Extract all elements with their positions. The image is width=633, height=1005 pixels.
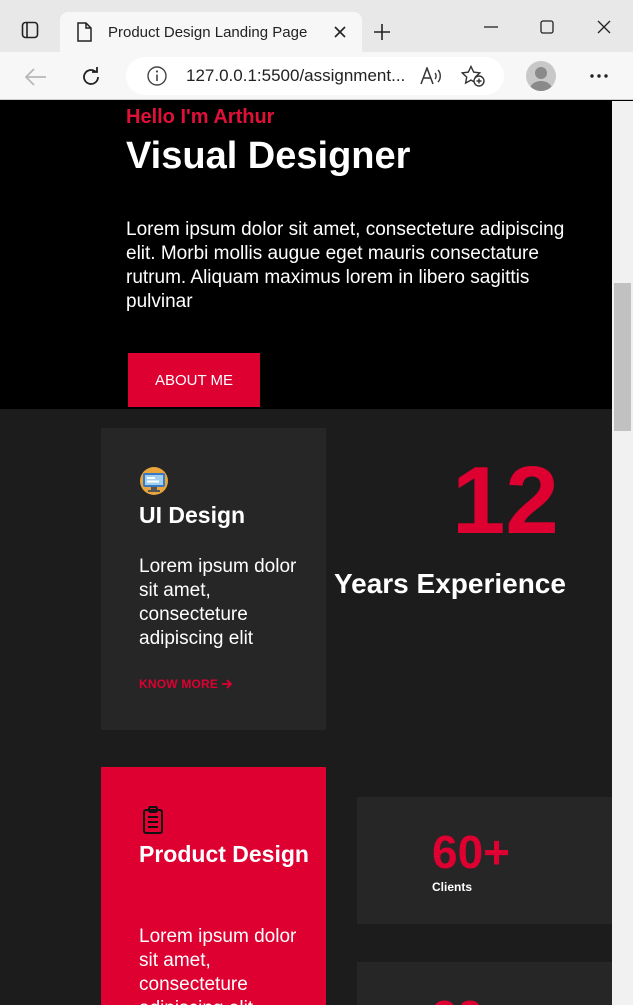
back-button[interactable] bbox=[21, 62, 51, 92]
hero-intro: Lorem ipsum dolor sit amet, consecteture… bbox=[126, 219, 565, 312]
plus-icon bbox=[374, 24, 390, 40]
monitor-icon bbox=[139, 466, 169, 496]
service-description: Lorem ipsum dolor sit amet, consecteture… bbox=[139, 556, 297, 649]
page-viewport: Hello I'm Arthur Visual Designer Lorem i… bbox=[0, 101, 612, 1005]
stat-card-clients: 60+ Clients bbox=[357, 797, 612, 924]
arrow-right-icon bbox=[222, 679, 233, 689]
address-bar[interactable]: 127.0.0.1:5500/assignment... bbox=[126, 57, 504, 95]
url-text[interactable]: 127.0.0.1:5500/assignment... bbox=[186, 66, 406, 86]
hero-section: Hello I'm Arthur Visual Designer Lorem i… bbox=[0, 101, 612, 409]
stat-number: 60+ bbox=[432, 826, 511, 878]
avatar-body bbox=[530, 81, 552, 91]
read-aloud-icon[interactable] bbox=[418, 64, 444, 88]
minimize-button[interactable] bbox=[474, 14, 508, 40]
scrollbar-thumb[interactable] bbox=[614, 283, 631, 431]
about-me-button[interactable]: ABOUT ME bbox=[128, 353, 260, 407]
new-tab-button[interactable] bbox=[368, 18, 396, 46]
know-more-link[interactable]: KNOW MORE bbox=[139, 677, 233, 691]
tab-strip: Product Design Landing Page bbox=[0, 0, 633, 52]
maximize-icon bbox=[540, 20, 554, 34]
document-icon bbox=[76, 22, 94, 42]
service-card-product-design: Product Design Lorem ipsum dolor sit ame… bbox=[101, 767, 326, 1005]
tab-actions-button[interactable] bbox=[14, 14, 46, 46]
profile-avatar[interactable] bbox=[526, 61, 556, 91]
back-arrow-icon bbox=[25, 68, 46, 86]
service-description: Lorem ipsum dolor sit amet, consecteture… bbox=[139, 926, 297, 1005]
refresh-button[interactable] bbox=[76, 62, 106, 92]
browser-toolbar: 127.0.0.1:5500/assignment... bbox=[0, 52, 633, 100]
refresh-icon bbox=[83, 67, 99, 85]
stat-label: Clients bbox=[432, 880, 473, 894]
service-card-ui-design: UI Design Lorem ipsum dolor sit amet, co… bbox=[101, 428, 326, 730]
tab-actions-icon bbox=[21, 21, 39, 39]
add-favorite-icon[interactable] bbox=[460, 64, 486, 88]
experience-number: 12 bbox=[452, 447, 559, 554]
clipboard-icon bbox=[139, 805, 169, 835]
more-dots-icon bbox=[590, 74, 608, 78]
page-scrollbar[interactable] bbox=[612, 101, 633, 1005]
tab-active[interactable]: Product Design Landing Page bbox=[60, 12, 362, 52]
more-menu-button[interactable] bbox=[585, 62, 613, 90]
know-more-label: KNOW MORE bbox=[139, 677, 219, 691]
close-tab-icon[interactable] bbox=[328, 20, 352, 44]
close-window-icon bbox=[597, 20, 611, 34]
service-title: UI Design bbox=[139, 502, 246, 528]
stat-number: 99 bbox=[432, 990, 483, 1005]
hero-greeting: Hello I'm Arthur bbox=[126, 106, 275, 128]
service-title: Product Design bbox=[139, 841, 309, 867]
minimize-icon bbox=[484, 26, 498, 28]
info-icon[interactable] bbox=[146, 65, 168, 87]
experience-label: Years Experience bbox=[334, 568, 566, 599]
avatar-head bbox=[535, 67, 547, 79]
hero-role-title: Visual Designer bbox=[126, 135, 411, 177]
tab-title: Product Design Landing Page bbox=[108, 23, 308, 41]
stat-card-second: 99 bbox=[357, 962, 612, 1005]
close-window-button[interactable] bbox=[587, 14, 621, 40]
maximize-button[interactable] bbox=[530, 14, 564, 40]
browser-window: Product Design Landing Page 127.0.0.1:55… bbox=[0, 0, 633, 1005]
